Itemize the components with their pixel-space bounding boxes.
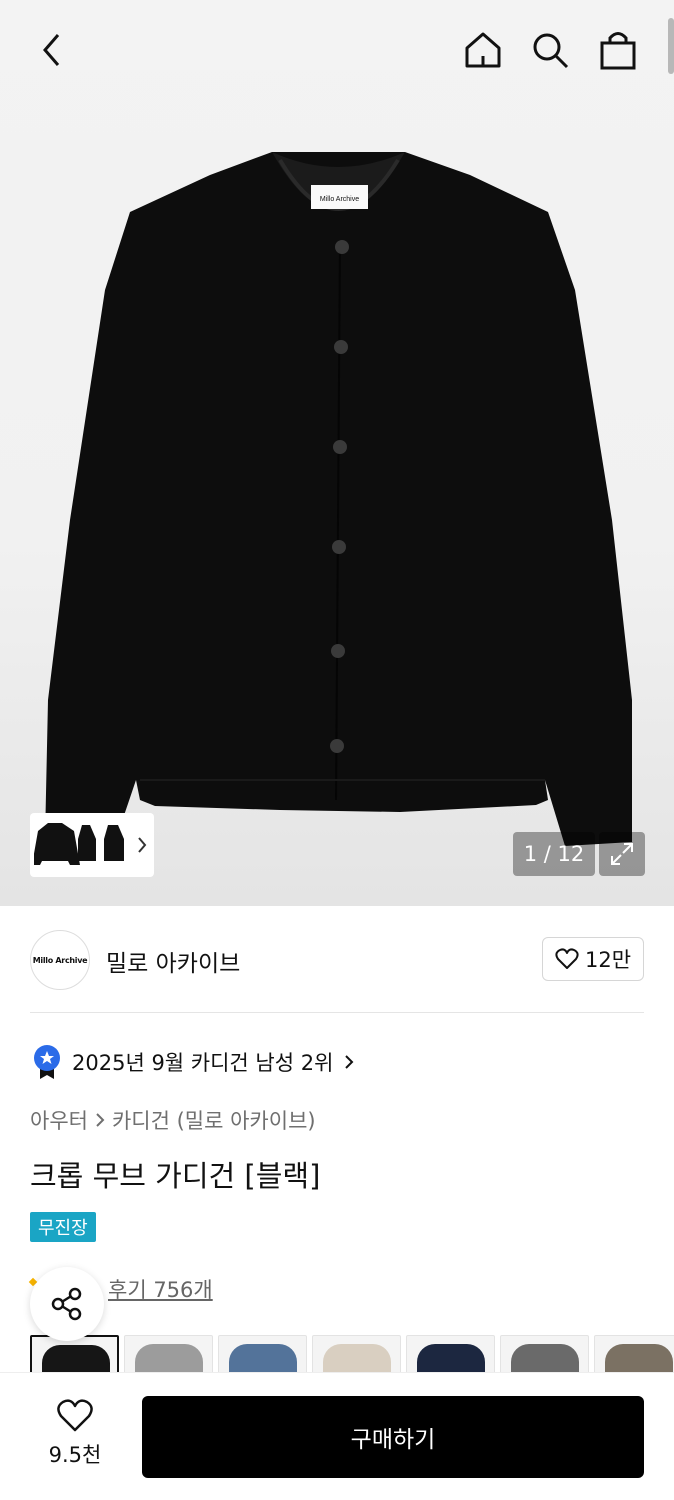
ranking-text: 2025년 9월 카디건 남성 2위 [72, 1051, 334, 1075]
ranking-link[interactable]: 2025년 9월 카디건 남성 2위 [32, 1043, 355, 1081]
ranking-badge-icon [34, 1045, 60, 1079]
wishlist-count: 9.5천 [48, 1443, 102, 1467]
color-swatch [323, 1344, 391, 1375]
status-badge: 무진장 [30, 1212, 96, 1242]
chevron-right-icon [96, 1113, 105, 1127]
color-swatch [417, 1344, 485, 1375]
breadcrumb-category[interactable]: 아우터 [30, 1105, 88, 1135]
buy-button[interactable]: 구매하기 [142, 1396, 644, 1478]
color-option[interactable] [406, 1335, 495, 1375]
heart-icon [57, 1399, 93, 1432]
color-swatch [511, 1344, 579, 1375]
color-swatch [135, 1344, 203, 1375]
chevron-left-icon [43, 34, 60, 66]
color-swatch [605, 1344, 673, 1375]
color-options [30, 1335, 674, 1375]
image-counter: 1 / 12 [513, 832, 595, 876]
color-option[interactable] [500, 1335, 589, 1375]
color-swatch [229, 1344, 297, 1375]
thumbnail-strip[interactable] [30, 813, 154, 877]
scrollbar[interactable] [668, 18, 674, 74]
share-icon [51, 1287, 82, 1321]
brand-like-button[interactable]: 12만 [542, 937, 644, 981]
product-image-gallery[interactable]: Millo Archive 1 / 12 [0, 0, 674, 906]
color-swatch [42, 1345, 110, 1375]
brand-logo[interactable]: Millo Archive [30, 930, 90, 990]
color-option[interactable] [312, 1335, 401, 1375]
wishlist-button[interactable]: 9.5천 [40, 1399, 110, 1473]
home-icon [465, 32, 501, 68]
expand-icon [611, 843, 633, 865]
search-icon [533, 33, 569, 69]
back-button[interactable] [28, 26, 76, 74]
review-link[interactable]: 후기 756개 [108, 1274, 213, 1304]
brand-like-count: 12만 [584, 948, 632, 972]
divider [30, 1012, 644, 1013]
share-button[interactable] [30, 1267, 104, 1341]
color-option[interactable] [218, 1335, 307, 1375]
home-button[interactable] [459, 26, 507, 74]
chevron-right-icon [138, 837, 147, 853]
svg-text:Millo Archive: Millo Archive [320, 196, 359, 203]
search-button[interactable] [526, 26, 574, 74]
product-title: 크롭 무브 가디건 [블랙] [30, 1159, 321, 1193]
breadcrumb-subcategory[interactable]: 카디건 (밀로 아카이브) [112, 1105, 316, 1135]
cart-button[interactable] [594, 26, 642, 74]
color-option[interactable] [30, 1335, 119, 1375]
thumbnail-image [34, 823, 124, 865]
bottom-action-bar: 9.5천 구매하기 [0, 1372, 674, 1500]
chevron-right-icon [345, 1055, 354, 1069]
product-image: Millo Archive [45, 152, 632, 846]
color-option[interactable] [594, 1335, 674, 1375]
heart-icon [555, 948, 579, 969]
color-option[interactable] [124, 1335, 213, 1375]
top-navigation [0, 0, 674, 100]
expand-button[interactable] [599, 832, 645, 876]
shopping-bag-icon [600, 32, 636, 70]
brand-row[interactable]: Millo Archive 밀로 아카이브 12만 [30, 930, 644, 990]
brand-name[interactable]: 밀로 아카이브 [106, 944, 240, 978]
breadcrumb: 아우터 카디건 (밀로 아카이브) [30, 1105, 316, 1135]
